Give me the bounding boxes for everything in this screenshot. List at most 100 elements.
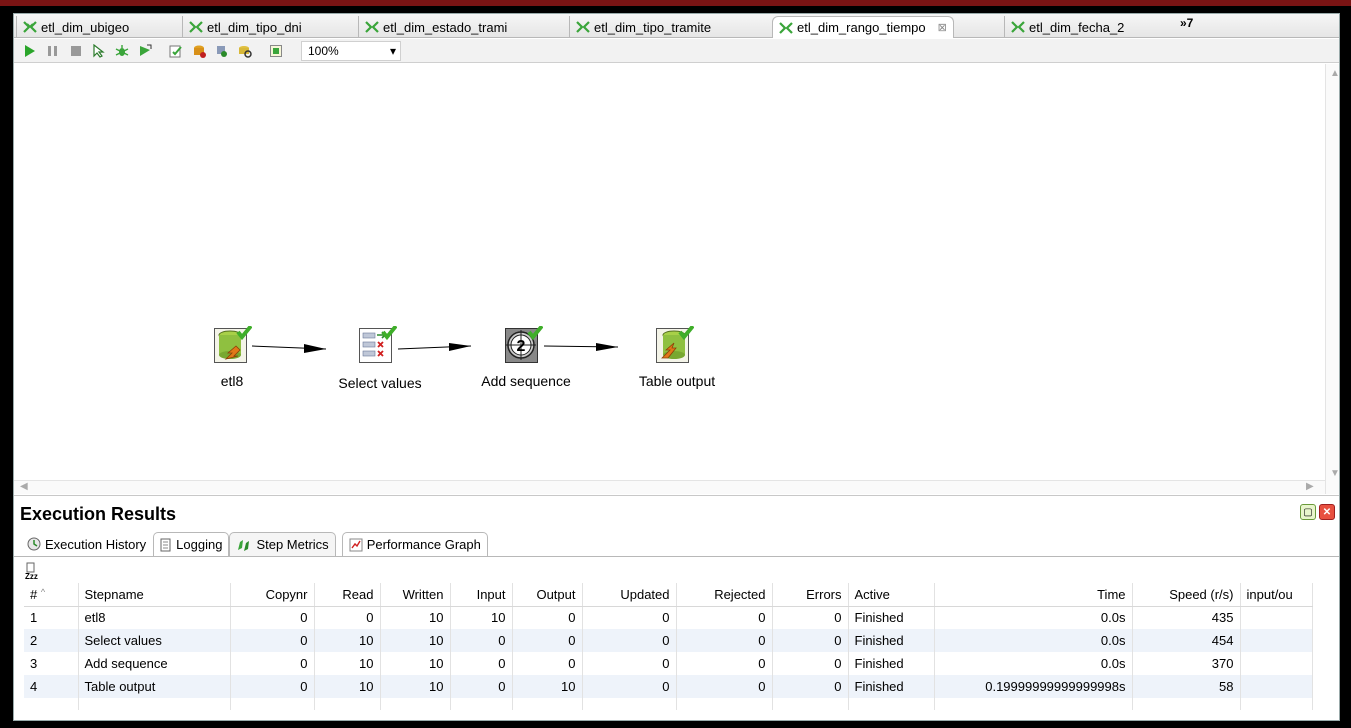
table-cell [848, 698, 935, 710]
transformation-tab-bar: etl_dim_ubigeo etl_dim_tipo_dni etl_dim_… [14, 14, 1339, 38]
table-row[interactable]: 3 Add sequence 0 10 10 0 0 0 0 0 Finished 0.0s 370 [24, 652, 1313, 675]
column-header[interactable]: Active [848, 583, 935, 607]
table-cell: Finished [848, 606, 935, 629]
table-cell: 435 [1132, 606, 1241, 629]
column-header[interactable]: Read [314, 583, 381, 607]
scroll-left-icon[interactable]: ◀ [20, 481, 28, 492]
scroll-down-icon[interactable]: ▼ [1330, 468, 1339, 479]
verify-icon[interactable] [168, 43, 184, 59]
tab-etl-dim-rango-tiempo[interactable]: etl_dim_rango_tiempo ⊠ [772, 16, 954, 38]
zoom-select[interactable]: 100% ▾ [301, 40, 401, 61]
step-label: Table output [638, 373, 716, 389]
table-row[interactable]: 2 Select values 0 10 10 0 0 0 0 0 Finished 0.0s 454 [24, 629, 1313, 652]
tab-etl-dim-estado-trami[interactable]: etl_dim_estado_trami [358, 16, 513, 38]
table-cell [582, 698, 677, 710]
tab-label: etl_dim_ubigeo [41, 19, 130, 35]
impact-icon[interactable] [191, 43, 207, 59]
column-header[interactable]: Errors [772, 583, 849, 607]
table-cell: 0 [676, 606, 773, 629]
table-cell: Finished [848, 629, 935, 652]
column-header[interactable]: Output [512, 583, 583, 607]
table-cell: 0 [772, 606, 849, 629]
show-inactive-icon[interactable]: Zzz [24, 562, 40, 583]
tab-label: etl_dim_tipo_tramite [594, 19, 712, 35]
table-cell [78, 698, 231, 710]
chevron-down-icon: ▾ [389, 43, 396, 58]
add-sequence-icon: 2 [505, 324, 544, 363]
close-icon[interactable]: ✕ [1319, 504, 1335, 520]
step-add-sequence[interactable]: 2 [505, 324, 544, 364]
transformation-icon [365, 21, 379, 33]
column-header[interactable]: Input [450, 583, 513, 607]
replay-icon[interactable] [137, 43, 153, 59]
tab-etl-dim-ubigeo[interactable]: etl_dim_ubigeo [16, 16, 135, 38]
window-frame: etl_dim_ubigeo etl_dim_tipo_dni etl_dim_… [0, 0, 1351, 728]
table-cell: 454 [1132, 629, 1241, 652]
transformation-canvas[interactable]: etl8 Select values 2 Add sequence Table … [14, 64, 1324, 480]
column-header[interactable]: Updated [582, 583, 677, 607]
maximize-icon[interactable]: ▢ [1300, 504, 1316, 520]
tab-overflow-button[interactable]: »7 [1180, 16, 1193, 30]
tab-divider [14, 556, 1339, 557]
tab-label: Execution History [45, 536, 147, 552]
table-cell: 10 [450, 606, 513, 629]
column-header[interactable]: input/ou [1240, 583, 1313, 607]
zoom-value: 100% [308, 43, 339, 58]
pause-icon[interactable] [45, 43, 61, 59]
performance-graph-icon [349, 538, 363, 551]
table-output-icon [656, 324, 695, 363]
step-table-output[interactable] [656, 324, 695, 364]
debug-icon[interactable] [114, 43, 130, 59]
close-tab-icon[interactable]: ⊠ [938, 21, 947, 34]
hop-arrowhead [304, 344, 326, 353]
select-values-icon [359, 324, 398, 363]
table-cell [934, 698, 1133, 710]
table-cell: 58 [1132, 675, 1241, 698]
vertical-scrollbar[interactable]: ▲ ▼ [1325, 64, 1339, 494]
success-check-icon [527, 324, 544, 341]
step-metrics-table: # ^ Stepname Copynr Read Written Input O… [24, 583, 1313, 710]
table-cell: 10 [314, 652, 381, 675]
column-header[interactable]: # ^ [24, 583, 79, 607]
table-header-row: # ^ Stepname Copynr Read Written Input O… [24, 583, 1313, 607]
column-header[interactable]: Written [380, 583, 451, 607]
tab-execution-history[interactable]: Execution History [20, 532, 153, 556]
table-cell: 0.0s [934, 606, 1133, 629]
history-icon [27, 537, 41, 551]
table-cell: Finished [848, 652, 935, 675]
tab-performance-graph[interactable]: Performance Graph [341, 532, 488, 556]
explore-db-icon[interactable] [237, 43, 253, 59]
table-cell: 0 [676, 652, 773, 675]
run-icon[interactable] [22, 43, 38, 59]
tab-logging[interactable]: Logging [153, 532, 230, 556]
tab-etl-dim-tipo-dni[interactable]: etl_dim_tipo_dni [182, 16, 308, 38]
preview-icon[interactable] [91, 43, 107, 59]
table-cell: Add sequence [78, 652, 231, 675]
step-select-values[interactable] [359, 324, 398, 364]
table-row[interactable]: 4 Table output 0 10 10 0 10 0 0 0 Finished 0.199999… [24, 675, 1313, 698]
step-etl8[interactable] [214, 324, 253, 364]
scroll-right-icon[interactable]: ▶ [1306, 481, 1314, 492]
grid-icon[interactable] [268, 43, 284, 59]
tab-etl-dim-fecha-2[interactable]: etl_dim_fecha_2 [1004, 16, 1130, 38]
column-header[interactable]: Rejected [676, 583, 773, 607]
table-cell [1240, 698, 1313, 710]
table-row[interactable]: 1 etl8 0 0 10 10 0 0 0 0 Finished 0.0s 435 [24, 606, 1313, 629]
sql-icon[interactable] [214, 43, 230, 59]
transformation-icon [1011, 21, 1025, 33]
table-cell: 0 [450, 675, 513, 698]
tab-step-metrics[interactable]: Step Metrics [229, 532, 336, 556]
table-cell: 0.0s [934, 652, 1133, 675]
column-header[interactable]: Time [934, 583, 1133, 607]
table-cell: 1 [24, 606, 79, 629]
table-cell: 10 [512, 675, 583, 698]
scroll-up-icon[interactable]: ▲ [1330, 68, 1339, 79]
success-check-icon [678, 324, 695, 341]
empty-row [24, 698, 1313, 710]
horizontal-scrollbar[interactable]: ◀ ▶ [14, 480, 1325, 494]
column-header[interactable]: Stepname [78, 583, 231, 607]
stop-icon[interactable] [68, 43, 84, 59]
column-header[interactable]: Speed (r/s) [1132, 583, 1241, 607]
tab-etl-dim-tipo-tramite[interactable]: etl_dim_tipo_tramite [569, 16, 717, 38]
column-header[interactable]: Copynr [230, 583, 315, 607]
